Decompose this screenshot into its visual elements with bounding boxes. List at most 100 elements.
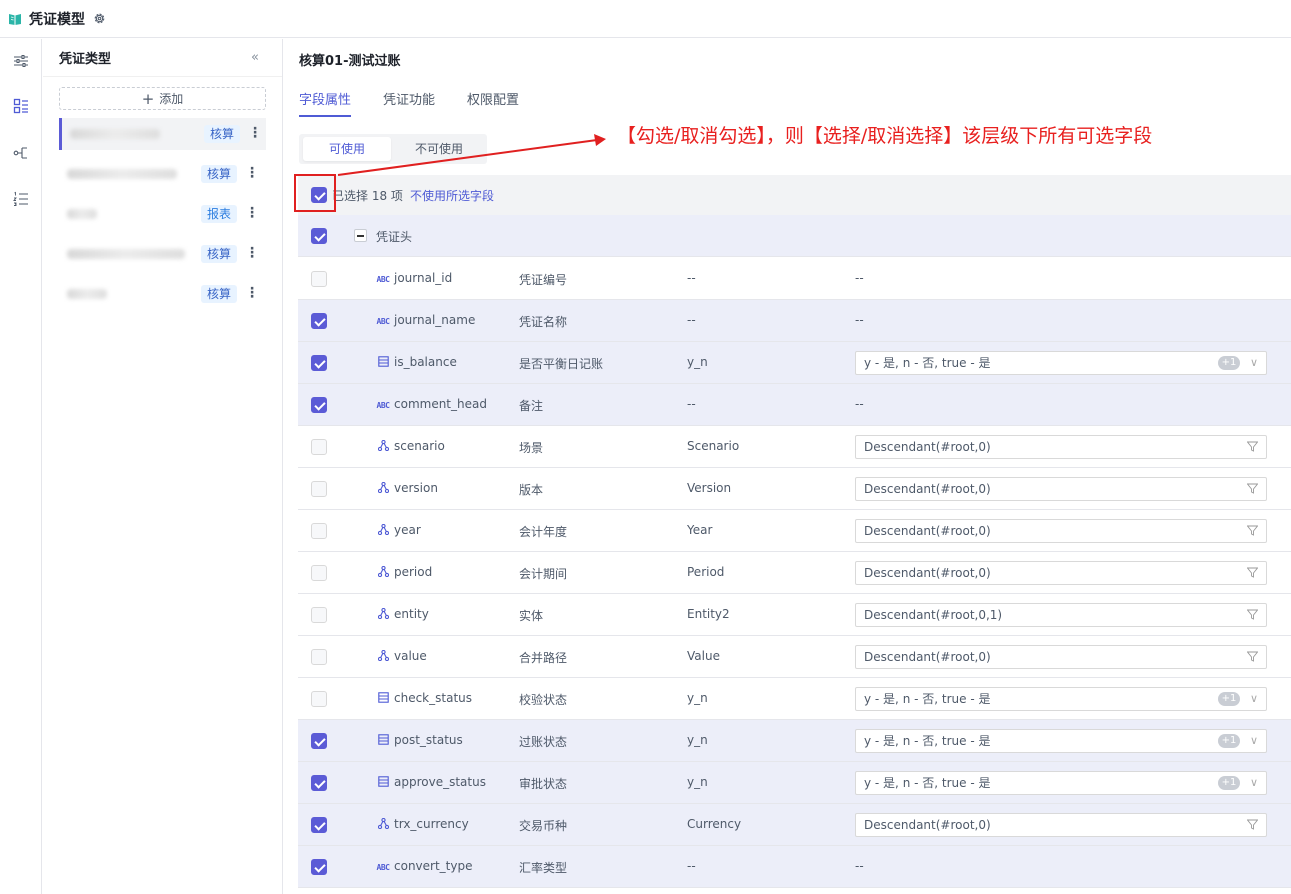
field-type	[376, 775, 390, 790]
row-checkbox[interactable]	[311, 733, 327, 749]
value-text: --	[855, 271, 864, 285]
chevron-down-icon[interactable]: ∨	[1250, 772, 1258, 794]
add-button-label: 添加	[159, 92, 184, 106]
field-type	[376, 355, 390, 371]
value-text: Descendant(#root,0)	[864, 650, 991, 664]
field-name: check_status	[394, 691, 473, 705]
tab-permissions[interactable]: 权限配置	[467, 89, 519, 117]
field-dimension: Version	[687, 481, 732, 495]
filter-icon[interactable]	[1247, 819, 1258, 830]
enum-type-icon	[377, 355, 389, 371]
type-tag: 核算	[201, 285, 238, 303]
field-name: trx_currency	[394, 817, 469, 831]
value-select[interactable]: Descendant(#root,0)	[855, 477, 1267, 501]
more-icon[interactable]: ⋮	[248, 124, 262, 142]
voucher-type-item[interactable]: 核算 ⋮	[59, 238, 266, 270]
more-icon[interactable]: ⋮	[245, 244, 259, 262]
field-type	[376, 649, 390, 664]
segment-usable[interactable]: 可使用	[303, 137, 391, 161]
table-row: trx_currency 交易币种 Currency Descendant(#root…	[298, 804, 1291, 846]
filter-icon[interactable]	[1247, 609, 1258, 620]
value-select[interactable]: Descendant(#root,0)	[855, 813, 1267, 837]
row-checkbox[interactable]	[311, 355, 327, 371]
value-select[interactable]: y - 是, n - 否, true - 是 +1 ∨	[855, 351, 1267, 375]
more-icon[interactable]: ⋮	[245, 164, 259, 182]
value-text: Descendant(#root,0,1)	[864, 608, 1003, 622]
numbered-list-icon[interactable]	[11, 189, 31, 209]
value-select[interactable]: y - 是, n - 否, true - 是 +1 ∨	[855, 771, 1267, 795]
segment-unusable[interactable]: 不可使用	[395, 137, 483, 161]
gear-icon[interactable]	[93, 12, 106, 25]
field-name: version	[394, 481, 438, 495]
filter-icon[interactable]	[1247, 483, 1258, 494]
flow-icon[interactable]	[11, 143, 31, 163]
value-text: --	[855, 313, 864, 327]
more-icon[interactable]: ⋮	[245, 284, 259, 302]
value-select[interactable]: Descendant(#root,0)	[855, 435, 1267, 459]
sliders-icon[interactable]	[11, 51, 31, 71]
row-checkbox[interactable]	[311, 523, 327, 539]
chevron-down-icon[interactable]: ∨	[1250, 730, 1258, 752]
row-checkbox[interactable]	[311, 649, 327, 665]
value-select[interactable]: y - 是, n - 否, true - 是 +1 ∨	[855, 687, 1267, 711]
group-checkbox[interactable]	[311, 228, 327, 244]
row-checkbox[interactable]	[311, 607, 327, 623]
collapse-icon[interactable]: «	[245, 49, 265, 67]
voucher-type-item[interactable]: 核算 ⋮	[59, 158, 266, 190]
field-type	[376, 565, 390, 580]
add-button[interactable]: + 添加	[59, 87, 266, 110]
selection-bar: 已选择 18 项 不使用所选字段	[298, 175, 1291, 215]
table-row: period 会计期间 Period Descendant(#root,0)	[298, 552, 1291, 594]
top-bar: 凭证模型	[0, 0, 1291, 38]
voucher-type-item[interactable]: 核算 ⋮	[59, 118, 266, 150]
icon-rail	[0, 39, 42, 894]
chevron-down-icon[interactable]: ∨	[1250, 352, 1258, 374]
voucher-type-item[interactable]: 报表 ⋮	[59, 198, 266, 230]
filter-icon[interactable]	[1247, 567, 1258, 578]
annotation-text: 【勾选/取消勾选】，则【选择/取消选择】该层级下所有可选字段	[617, 125, 1153, 147]
value-text: y - 是, n - 否, true - 是	[864, 776, 991, 790]
row-checkbox[interactable]	[311, 481, 327, 497]
row-checkbox[interactable]	[311, 817, 327, 833]
value-select[interactable]: Descendant(#root,0)	[855, 519, 1267, 543]
group-row: 凭证头	[298, 215, 1291, 257]
value-select[interactable]: y - 是, n - 否, true - 是 +1 ∨	[855, 729, 1267, 753]
field-type: ABC	[376, 272, 390, 286]
selection-count: 已选择 18 项	[332, 188, 403, 203]
row-checkbox[interactable]	[311, 439, 327, 455]
collapse-group-icon[interactable]	[354, 229, 367, 242]
voucher-type-item[interactable]: 核算 ⋮	[59, 278, 266, 310]
panel-title: 凭证类型	[59, 52, 112, 67]
row-checkbox[interactable]	[311, 313, 327, 329]
usage-segmented-control: 可使用 不可使用	[299, 134, 487, 164]
disable-selected-link[interactable]: 不使用所选字段	[410, 187, 494, 204]
row-checkbox[interactable]	[311, 691, 327, 707]
row-checkbox[interactable]	[311, 397, 327, 413]
table-row: ABC journal_name 凭证名称 -- --	[298, 300, 1291, 342]
field-name: convert_type	[394, 859, 473, 873]
more-icon[interactable]: ⋮	[245, 204, 259, 222]
tab-field-attributes[interactable]: 字段属性	[299, 89, 352, 117]
filter-icon[interactable]	[1247, 441, 1258, 452]
filter-icon[interactable]	[1247, 651, 1258, 662]
row-checkbox[interactable]	[311, 271, 327, 287]
text-type-icon: ABC	[376, 316, 390, 326]
value-text: Descendant(#root,0)	[864, 440, 991, 454]
row-checkbox[interactable]	[311, 775, 327, 791]
filter-icon[interactable]	[1247, 525, 1258, 536]
row-checkbox[interactable]	[311, 565, 327, 581]
voucher-type-panel: 凭证类型 « + 添加 核算 ⋮ 核算 ⋮ 报表 ⋮ 核算 ⋮ 核算 ⋮	[43, 39, 283, 894]
field-name: period	[394, 565, 433, 579]
value-select[interactable]: Descendant(#root,0)	[855, 645, 1267, 669]
table-row: value 合并路径 Value Descendant(#root,0)	[298, 636, 1291, 678]
value-select[interactable]: Descendant(#root,0)	[855, 561, 1267, 585]
field-dimension: Scenario	[687, 439, 740, 453]
field-type: ABC	[376, 398, 390, 412]
value-select[interactable]: Descendant(#root,0,1)	[855, 603, 1267, 627]
chevron-down-icon[interactable]: ∨	[1250, 688, 1258, 710]
table-row: ABC convert_type 汇率类型 -- --	[298, 846, 1291, 888]
row-checkbox[interactable]	[311, 859, 327, 875]
field-name: post_status	[394, 733, 463, 747]
list-layout-icon[interactable]	[11, 96, 31, 116]
tab-voucher-functions[interactable]: 凭证功能	[383, 89, 435, 117]
